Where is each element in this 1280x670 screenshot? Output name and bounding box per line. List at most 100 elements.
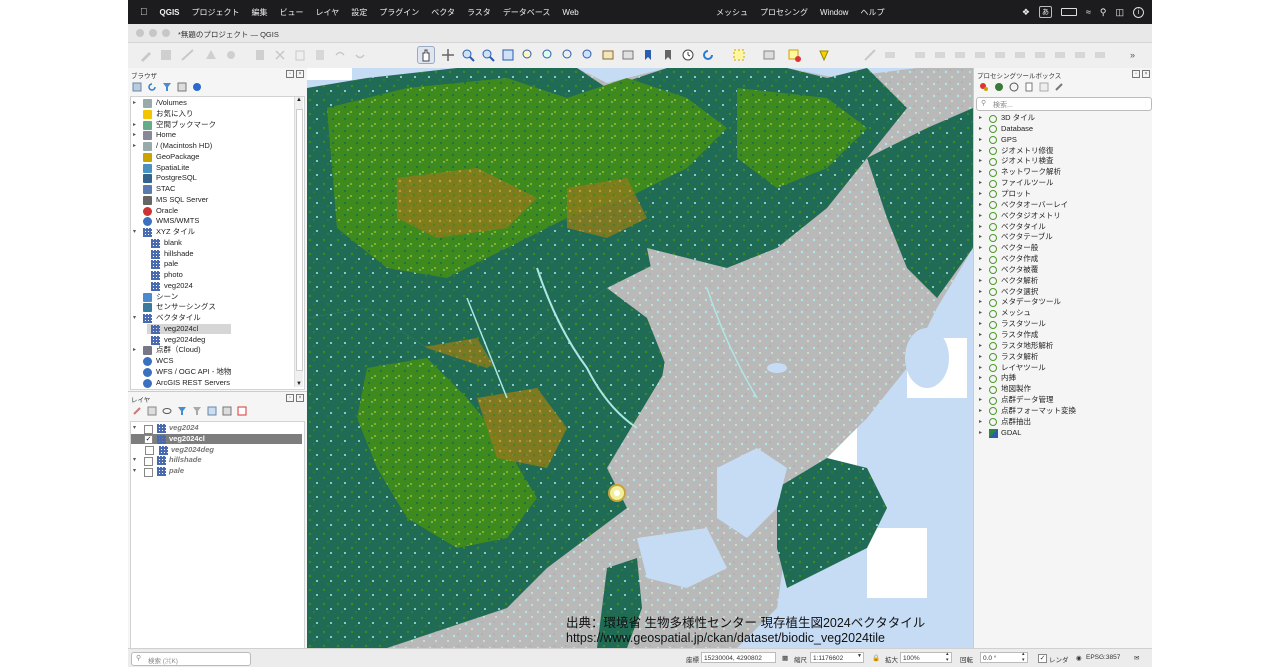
expand-arrow-icon[interactable]: ▾ bbox=[133, 455, 136, 466]
refresh-icon[interactable] bbox=[700, 47, 716, 63]
label-tool-3-icon[interactable] bbox=[952, 47, 968, 63]
map-canvas[interactable]: 出典：環境省 生物多様性センター 現存植生図2024ベクタタイル https:/… bbox=[307, 68, 973, 648]
label-tool-9-icon[interactable] bbox=[1072, 47, 1088, 63]
processing-group[interactable]: ▸ ベクタテーブル bbox=[976, 232, 1146, 243]
zoom-window-icon[interactable] bbox=[162, 29, 170, 37]
lock-icon[interactable]: 🔒 bbox=[872, 654, 880, 662]
menu-mesh[interactable]: メッシュ bbox=[710, 7, 754, 18]
properties-icon[interactable] bbox=[192, 82, 202, 92]
scale-lock-icon[interactable]: ▩ bbox=[782, 654, 788, 662]
layer-visibility-checkbox[interactable] bbox=[144, 467, 153, 477]
browser-item[interactable]: ArcGIS REST Servers bbox=[131, 378, 291, 389]
select-by-value-icon[interactable] bbox=[761, 47, 777, 63]
rotation-field[interactable]: 0.0 ° bbox=[980, 652, 1028, 663]
scroll-down-icon[interactable]: ▼ bbox=[296, 381, 302, 387]
processing-group[interactable]: ▸ ベクタジオメトリ bbox=[976, 211, 1146, 222]
digitize-icon[interactable] bbox=[180, 47, 196, 63]
expand-arrow-icon[interactable]: ▸ bbox=[979, 222, 982, 233]
browser-item[interactable]: veg2024cl bbox=[147, 323, 231, 335]
show-bookmarks-icon[interactable] bbox=[660, 47, 676, 63]
zoom-out-icon[interactable] bbox=[480, 47, 496, 63]
processing-group[interactable]: ▸ ベクタ被覆 bbox=[976, 265, 1146, 276]
browser-scrollbar[interactable]: ▲ ▼ bbox=[294, 97, 303, 387]
processing-group[interactable]: ▸ ラスタ解析 bbox=[976, 352, 1146, 363]
processing-search-input[interactable]: ⚲ 検索... bbox=[976, 97, 1152, 111]
scroll-up-icon[interactable]: ▲ bbox=[296, 97, 302, 103]
menu-edit[interactable]: 編集 bbox=[246, 7, 274, 18]
zoom-last-icon[interactable] bbox=[580, 47, 596, 63]
menu-raster[interactable]: ラスタ bbox=[461, 7, 497, 18]
magnifier-stepper-icon[interactable]: ▴ ▾ bbox=[946, 651, 949, 663]
vertex-tool-icon[interactable] bbox=[223, 47, 239, 63]
expand-arrow-icon[interactable]: ▸ bbox=[979, 417, 982, 428]
layer-visibility-checkbox[interactable] bbox=[145, 446, 154, 455]
filter-browser-icon[interactable] bbox=[162, 82, 172, 92]
temporal-controller-icon[interactable] bbox=[680, 47, 696, 63]
close-panel-icon[interactable]: × bbox=[296, 70, 304, 78]
processing-group[interactable]: ▸ ジオメトリ修復 bbox=[976, 146, 1146, 157]
processing-group[interactable]: ▸ 3D タイル bbox=[976, 113, 1146, 124]
delete-icon[interactable] bbox=[252, 47, 268, 63]
browser-item[interactable]: PostgreSQL bbox=[131, 173, 291, 184]
zoom-full-icon[interactable] bbox=[500, 47, 516, 63]
expand-arrow-icon[interactable]: ▸ bbox=[979, 146, 982, 157]
menu-help[interactable]: ヘルプ bbox=[854, 7, 890, 18]
control-center-icon[interactable]: ◫ bbox=[1115, 7, 1124, 18]
expand-arrow-icon[interactable]: ▸ bbox=[979, 200, 982, 211]
browser-item[interactable]: blank bbox=[147, 238, 304, 249]
expand-arrow-icon[interactable]: ▸ bbox=[979, 297, 982, 308]
models-icon[interactable] bbox=[979, 82, 989, 92]
select-features-icon[interactable] bbox=[731, 47, 747, 63]
browser-item[interactable]: ▸ /Volumes bbox=[131, 98, 291, 109]
layer-item[interactable]: ▾ pale bbox=[131, 466, 302, 477]
browser-item[interactable]: センサーシングス bbox=[131, 302, 291, 313]
browser-item[interactable]: STAC bbox=[131, 184, 291, 195]
annotation-icon[interactable] bbox=[882, 47, 898, 63]
close-layers-panel-icon[interactable]: × bbox=[296, 394, 304, 402]
scroll-thumb[interactable] bbox=[296, 109, 303, 371]
expand-arrow-icon[interactable]: ▸ bbox=[979, 211, 982, 222]
pan-to-selection-icon[interactable] bbox=[440, 47, 456, 63]
expand-arrow-icon[interactable]: ▾ bbox=[133, 313, 136, 324]
locator-search-input[interactable]: ⚲ 検索 (⌘K) bbox=[131, 652, 251, 666]
processing-group[interactable]: ▸ ベクタ解析 bbox=[976, 276, 1146, 287]
processing-group[interactable]: ▸ Database bbox=[976, 124, 1146, 135]
expand-arrow-icon[interactable]: ▸ bbox=[979, 384, 982, 395]
expand-arrow-icon[interactable]: ▸ bbox=[979, 287, 982, 298]
processing-group[interactable]: ▸ ベクタタイル bbox=[976, 222, 1146, 233]
label-tool-2-icon[interactable] bbox=[932, 47, 948, 63]
browser-item[interactable]: Oracle bbox=[131, 206, 291, 217]
browser-item[interactable]: MS SQL Server bbox=[131, 195, 291, 206]
collapse-all-icon[interactable] bbox=[177, 82, 187, 92]
expand-arrow-icon[interactable]: ▸ bbox=[979, 124, 982, 135]
copy-icon[interactable] bbox=[292, 47, 308, 63]
coordinate-field[interactable]: 15230004, 4290802 bbox=[701, 652, 776, 663]
wifi-icon[interactable]: ≈ bbox=[1086, 7, 1091, 17]
processing-group[interactable]: ▸ GDAL bbox=[976, 428, 1146, 439]
processing-group[interactable]: ▸ ベクター般 bbox=[976, 243, 1146, 254]
browser-item[interactable]: ▸ 空間ブックマーク bbox=[131, 120, 291, 131]
menu-view[interactable]: ビュー bbox=[274, 7, 310, 18]
processing-group[interactable]: ▸ 点群フォーマット変換 bbox=[976, 406, 1146, 417]
layer-visibility-checkbox[interactable] bbox=[144, 456, 153, 466]
identify-icon[interactable] bbox=[816, 47, 832, 63]
label-tool-8-icon[interactable] bbox=[1052, 47, 1068, 63]
processing-group[interactable]: ▸ 点群抽出 bbox=[976, 417, 1146, 428]
expand-arrow-icon[interactable]: ▸ bbox=[979, 135, 982, 146]
menu-vector[interactable]: ベクタ bbox=[425, 7, 461, 18]
expand-arrow-icon[interactable]: ▸ bbox=[979, 232, 982, 243]
undo-icon[interactable] bbox=[332, 47, 348, 63]
expand-arrow-icon[interactable]: ▾ bbox=[133, 227, 136, 238]
float-layers-panel-icon[interactable]: ▫ bbox=[286, 394, 294, 402]
browser-item[interactable]: veg2024deg bbox=[147, 335, 304, 346]
collapse-all-layers-icon[interactable] bbox=[222, 406, 232, 416]
expand-arrow-icon[interactable]: ▸ bbox=[133, 130, 136, 141]
style-layer-icon[interactable] bbox=[132, 406, 142, 416]
redo-icon[interactable] bbox=[352, 47, 368, 63]
menu-database[interactable]: データベース bbox=[497, 7, 557, 18]
processing-group[interactable]: ▸ ネットワーク解析 bbox=[976, 167, 1146, 178]
processing-group[interactable]: ▸ ファイルツール bbox=[976, 178, 1146, 189]
expand-arrow-icon[interactable]: ▸ bbox=[979, 406, 982, 417]
processing-options-icon[interactable] bbox=[1054, 82, 1064, 92]
browser-item[interactable]: GeoPackage bbox=[131, 152, 291, 163]
